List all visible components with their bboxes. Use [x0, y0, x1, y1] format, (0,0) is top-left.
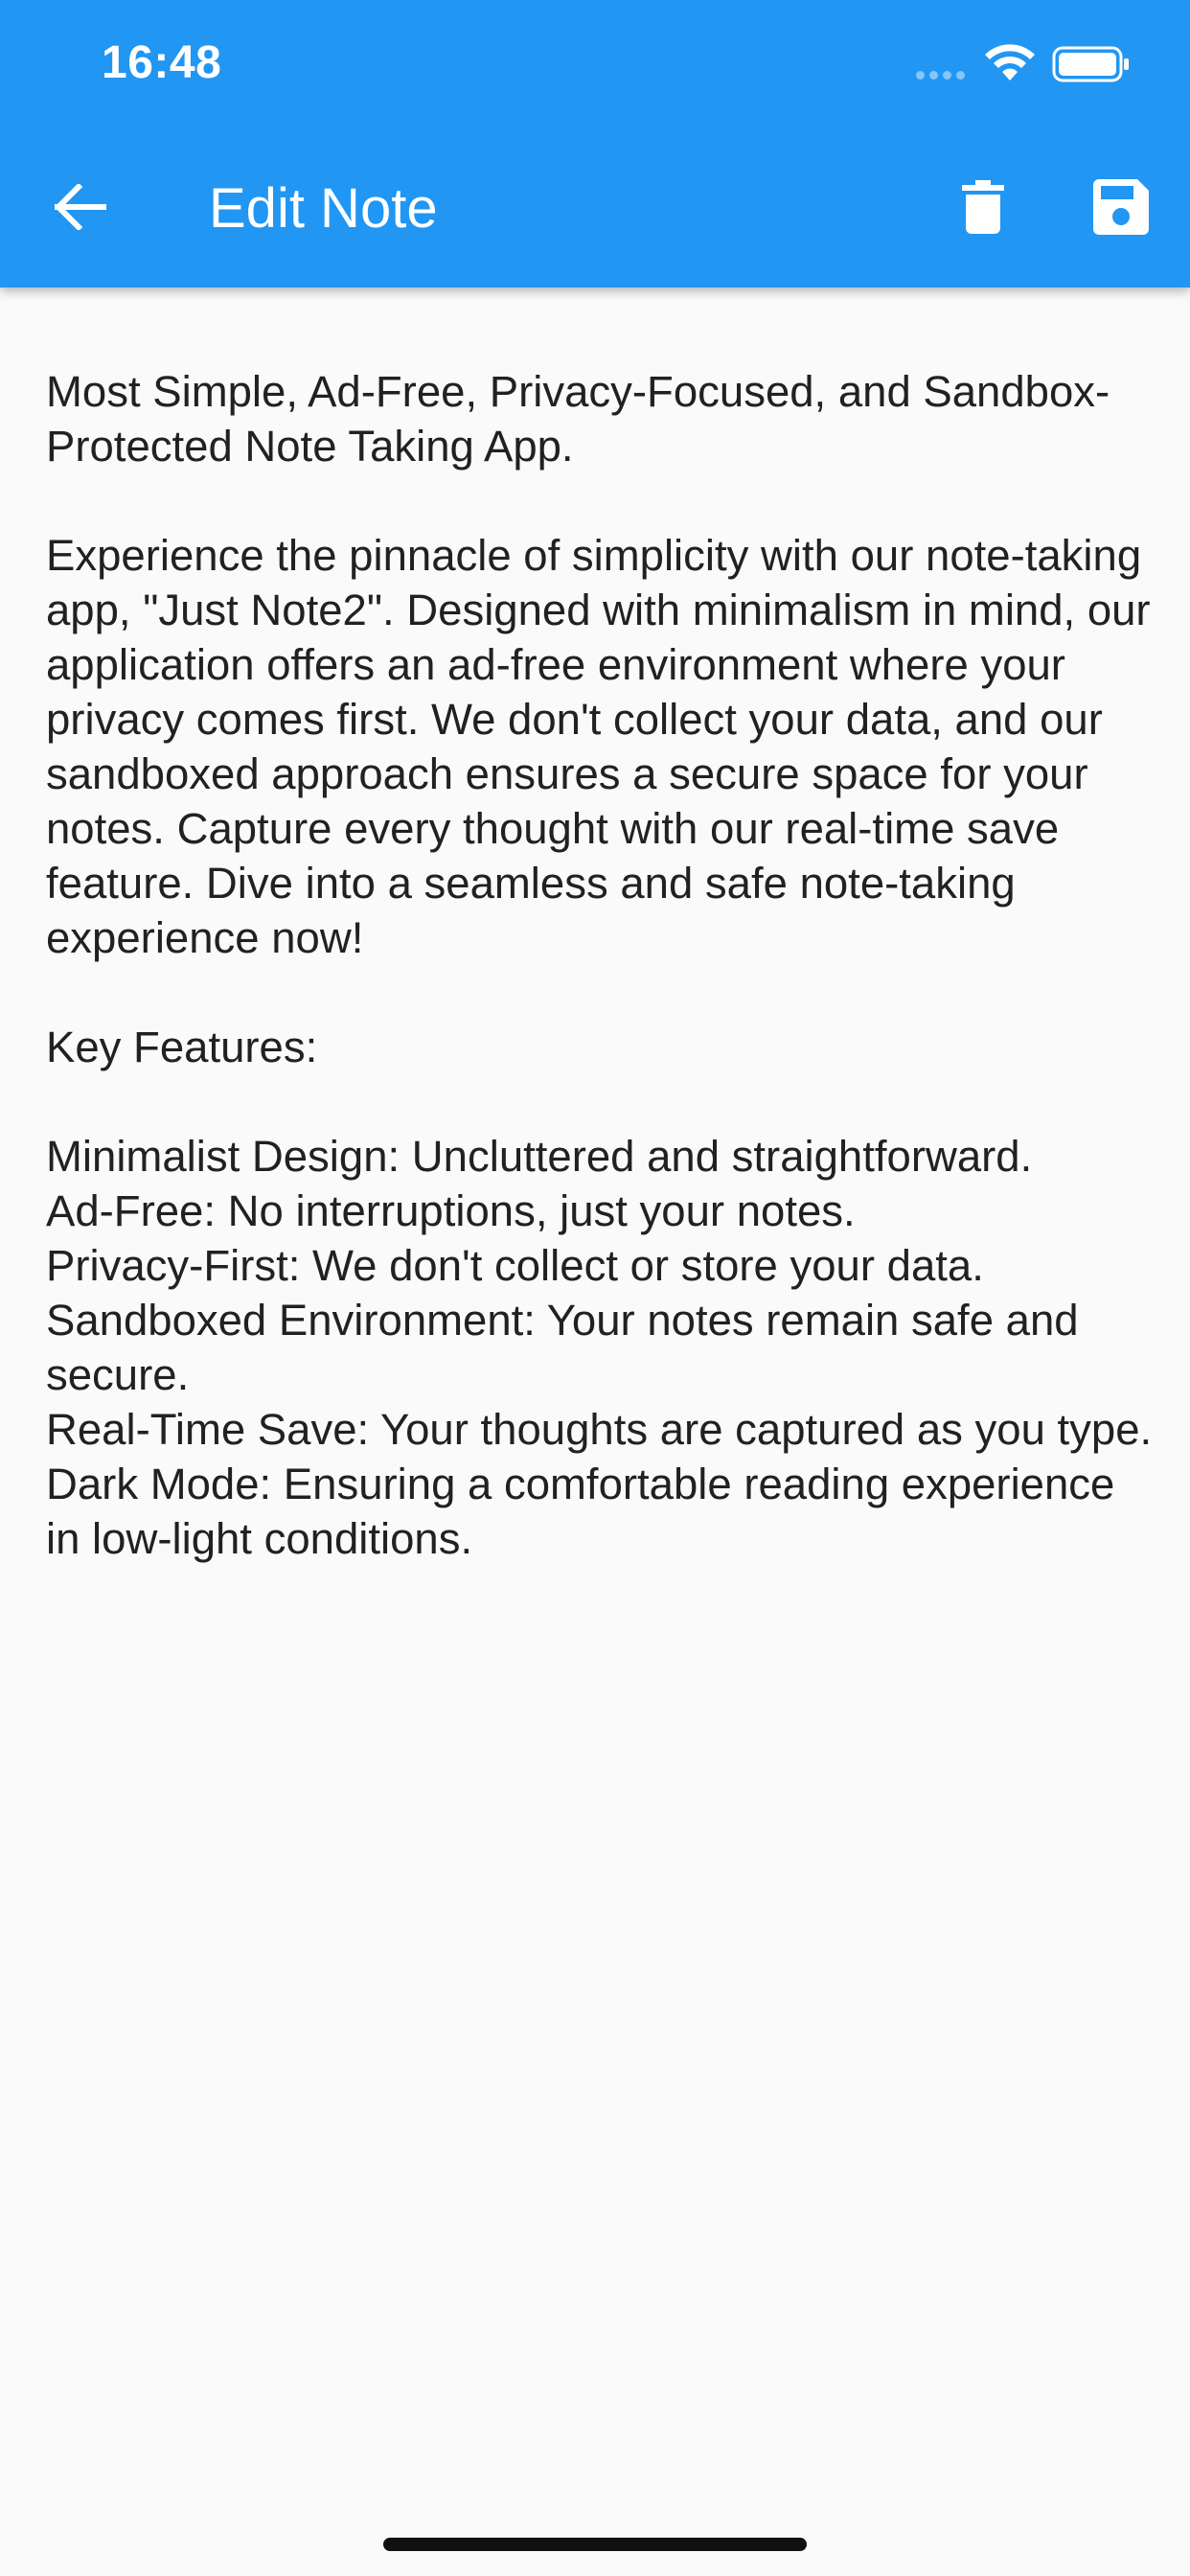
- battery-icon: [1052, 46, 1129, 82]
- trash-icon: [962, 180, 1004, 234]
- floppy-disk-icon: [1093, 179, 1149, 235]
- status-bar: 16:48: [0, 0, 1190, 134]
- page-title: Edit Note: [209, 177, 438, 240]
- cellular-signal-icon: [916, 71, 965, 80]
- note-content-editor[interactable]: Most Simple, Ad-Free, Privacy-Focused, a…: [46, 364, 1157, 1566]
- delete-button[interactable]: [945, 169, 1021, 245]
- app-bar: 16:48 Edit Note: [0, 0, 1190, 288]
- home-indicator[interactable]: [383, 2538, 807, 2551]
- wifi-icon: [985, 44, 1035, 80]
- status-time: 16:48: [102, 37, 222, 88]
- arrow-back-icon: [54, 184, 106, 230]
- back-button[interactable]: [42, 169, 119, 245]
- save-button[interactable]: [1083, 169, 1159, 245]
- toolbar: Edit Note: [0, 134, 1190, 288]
